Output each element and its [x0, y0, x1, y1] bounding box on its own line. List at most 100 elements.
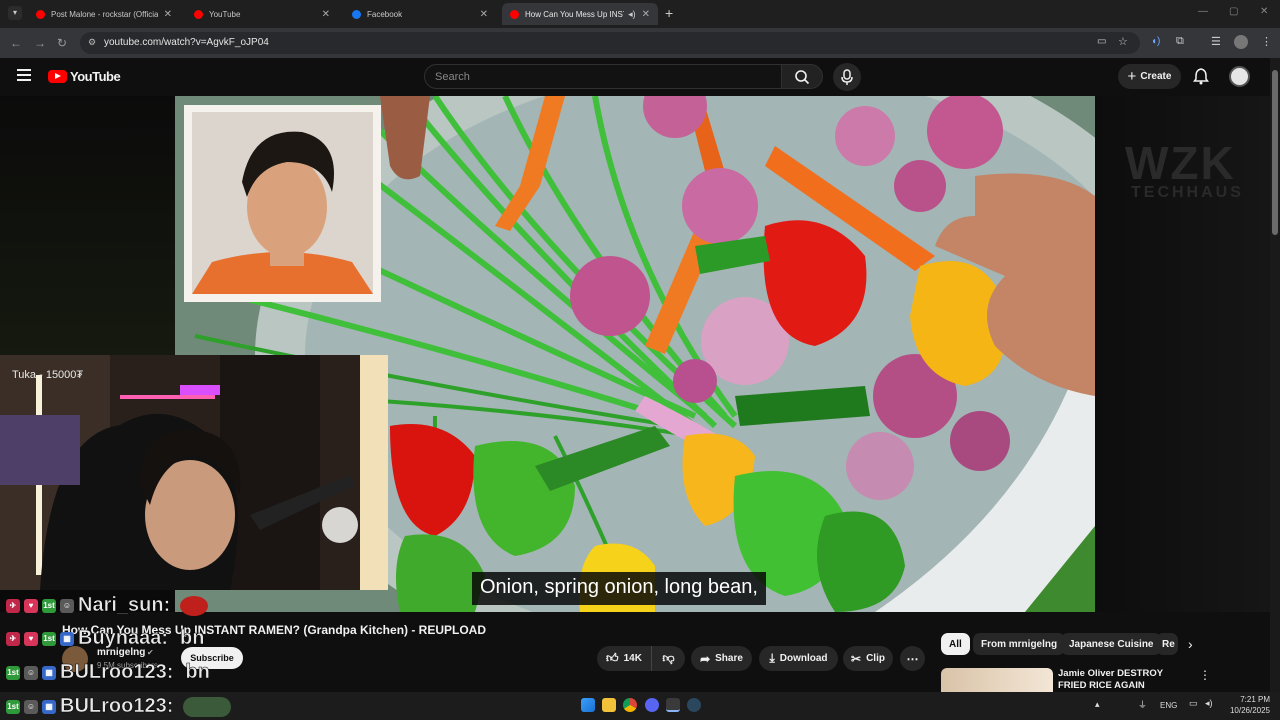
minimize-icon[interactable]: —	[1198, 6, 1208, 17]
watermark-subtext: TECHHAUS	[1131, 184, 1244, 201]
thumbs-down-icon: 👎︎	[662, 651, 675, 665]
close-tab-icon[interactable]: ✕	[164, 9, 172, 20]
input-language[interactable]: ENG	[1160, 701, 1177, 710]
plus-icon: +	[1127, 68, 1137, 85]
create-label: Create	[1140, 71, 1172, 82]
cat-badge-icon: ☺	[60, 598, 74, 613]
profile-avatar[interactable]	[1234, 35, 1248, 49]
browser-menu-icon[interactable]: ⋮	[1261, 35, 1272, 48]
first-place-badge-icon: 1st	[6, 699, 20, 714]
chrome-icon[interactable]	[623, 698, 637, 712]
system-clock[interactable]: 7:21 PM 10/26/2025	[1226, 694, 1270, 716]
facebook-favicon-icon	[352, 9, 361, 19]
volume-icon[interactable]: ◂)	[1205, 698, 1213, 709]
tab-list-icon[interactable]: ▾	[8, 6, 22, 20]
share-icon: ➦	[700, 651, 711, 666]
share-button[interactable]: ➦ Share	[691, 646, 752, 671]
back-icon[interactable]: ←	[10, 36, 22, 50]
scrollbar-thumb[interactable]	[1272, 70, 1278, 235]
cast-icon[interactable]: ▭	[1097, 36, 1106, 47]
discord-icon[interactable]	[645, 698, 659, 712]
chat-username: Nari_sun:	[78, 594, 171, 617]
tab-post-malone[interactable]: Post Malone - rockstar (Official ✕	[28, 3, 180, 25]
forward-icon[interactable]: →	[34, 36, 46, 50]
rocket-badge-icon: ✈	[6, 631, 20, 646]
close-window-icon[interactable]: ✕	[1260, 6, 1268, 17]
tab-active-video[interactable]: How Can You Mess Up INST ◂) ✕	[502, 3, 658, 25]
recommended-thumbnail[interactable]	[941, 668, 1053, 692]
youtube-play-icon	[48, 70, 67, 83]
site-info-icon[interactable]: ⚙	[88, 37, 96, 48]
close-tab-icon[interactable]: ✕	[322, 9, 330, 20]
tab-title: Facebook	[367, 9, 403, 19]
chip-partial[interactable]: Re	[1156, 633, 1178, 655]
cat-badge-icon: ☺	[24, 699, 38, 714]
recommended-title[interactable]: Jamie Oliver DESTROY FRIED RICE AGAIN	[1058, 668, 1193, 690]
share-label: Share	[715, 653, 743, 664]
youtube-logo[interactable]: YouTube	[48, 69, 121, 84]
chevron-right-icon[interactable]: ›	[1188, 636, 1193, 652]
more-horizontal-icon: ⋯	[906, 651, 919, 666]
tab-facebook[interactable]: Facebook ✕	[344, 3, 496, 25]
extensions-icon[interactable]: ⧉	[1176, 35, 1184, 48]
clip-button[interactable]: ✂ Clip	[843, 646, 893, 671]
rocket-badge-icon: ✈	[6, 598, 20, 613]
search-icon	[795, 70, 810, 85]
reading-list-icon[interactable]: ☰	[1211, 35, 1221, 48]
video-caption: Onion, spring onion, long bean,	[472, 572, 766, 605]
dislike-button[interactable]: 👎︎	[651, 646, 685, 671]
chat-username: BULroo123:	[60, 661, 174, 684]
voice-search-button[interactable]	[833, 63, 861, 91]
more-actions-button[interactable]: ⋯	[900, 646, 925, 671]
tab-youtube[interactable]: YouTube ✕	[186, 3, 338, 25]
windows-start-icon[interactable]	[581, 698, 595, 712]
close-tab-icon[interactable]: ✕	[642, 9, 650, 20]
chip-from-channel[interactable]: From mrnigelng	[973, 633, 1066, 655]
download-label: Download	[779, 653, 828, 664]
chip-all[interactable]: All	[941, 633, 970, 655]
network-icon[interactable]: ▭	[1189, 698, 1198, 709]
streaming-app-icon[interactable]	[666, 698, 680, 712]
microphone-tray-icon[interactable]: ⏚	[1138, 698, 1147, 711]
tab-title: YouTube	[209, 9, 241, 19]
like-button[interactable]: 👍︎ 14K	[597, 646, 651, 671]
browser-tab-bar: ▾ Post Malone - rockstar (Official ✕ You…	[0, 0, 1280, 28]
first-place-badge-icon: 1st	[42, 598, 56, 613]
hamburger-menu-icon[interactable]	[17, 69, 31, 81]
close-tab-icon[interactable]: ✕	[480, 9, 488, 20]
chat-message: ✈ ♥ 1st ▦ Buynaaa: bn	[6, 627, 205, 650]
more-vertical-icon[interactable]: ⋮	[1199, 668, 1211, 682]
clip-label: Clip	[866, 653, 885, 664]
create-button[interactable]: + Create	[1118, 64, 1181, 89]
account-avatar[interactable]	[1229, 66, 1250, 87]
like-count: 14K	[623, 653, 642, 664]
new-tab-icon[interactable]: +	[665, 5, 673, 21]
bookmark-star-icon[interactable]: ☆	[1118, 35, 1128, 48]
streamer-webcam-image	[0, 355, 388, 590]
steam-icon[interactable]	[687, 698, 701, 712]
first-place-badge-icon: 1st	[6, 665, 20, 680]
search-input[interactable]: Search	[424, 64, 782, 89]
reload-icon[interactable]: ↻	[57, 36, 67, 50]
media-control-icon[interactable]: ◖)	[1151, 36, 1160, 47]
youtube-favicon-icon	[36, 9, 45, 19]
address-bar[interactable]: ⚙ youtube.com/watch?v=AgvkF_oJP04 ▭ ☆	[80, 32, 1140, 54]
alien-emote-icon	[183, 696, 232, 717]
chevron-up-icon[interactable]: ▴	[1095, 699, 1100, 710]
search-button[interactable]	[781, 64, 823, 89]
chat-username: Buynaaa:	[78, 627, 169, 650]
heart-badge-icon: ♥	[24, 598, 38, 613]
maximize-icon[interactable]: ▢	[1229, 6, 1238, 17]
notifications-bell-icon[interactable]	[1193, 68, 1209, 85]
tab-title: How Can You Mess Up INST	[525, 9, 625, 19]
speaker-icon[interactable]: ◂)	[628, 9, 636, 20]
url-text: youtube.com/watch?v=AgvkF_oJP04	[104, 37, 269, 48]
download-button[interactable]: ⤓ Download	[759, 646, 838, 671]
chip-japanese-cuisine[interactable]: Japanese Cuisine	[1061, 633, 1162, 655]
guest-portrait-image	[192, 112, 373, 294]
player-left-margin	[0, 96, 175, 356]
chat-message: ✈ ♥ 1st ☺ Nari_sun:	[6, 594, 209, 617]
microphone-icon	[841, 69, 853, 85]
file-explorer-icon[interactable]	[602, 698, 616, 712]
watermark-logo: WZK	[1125, 137, 1236, 189]
